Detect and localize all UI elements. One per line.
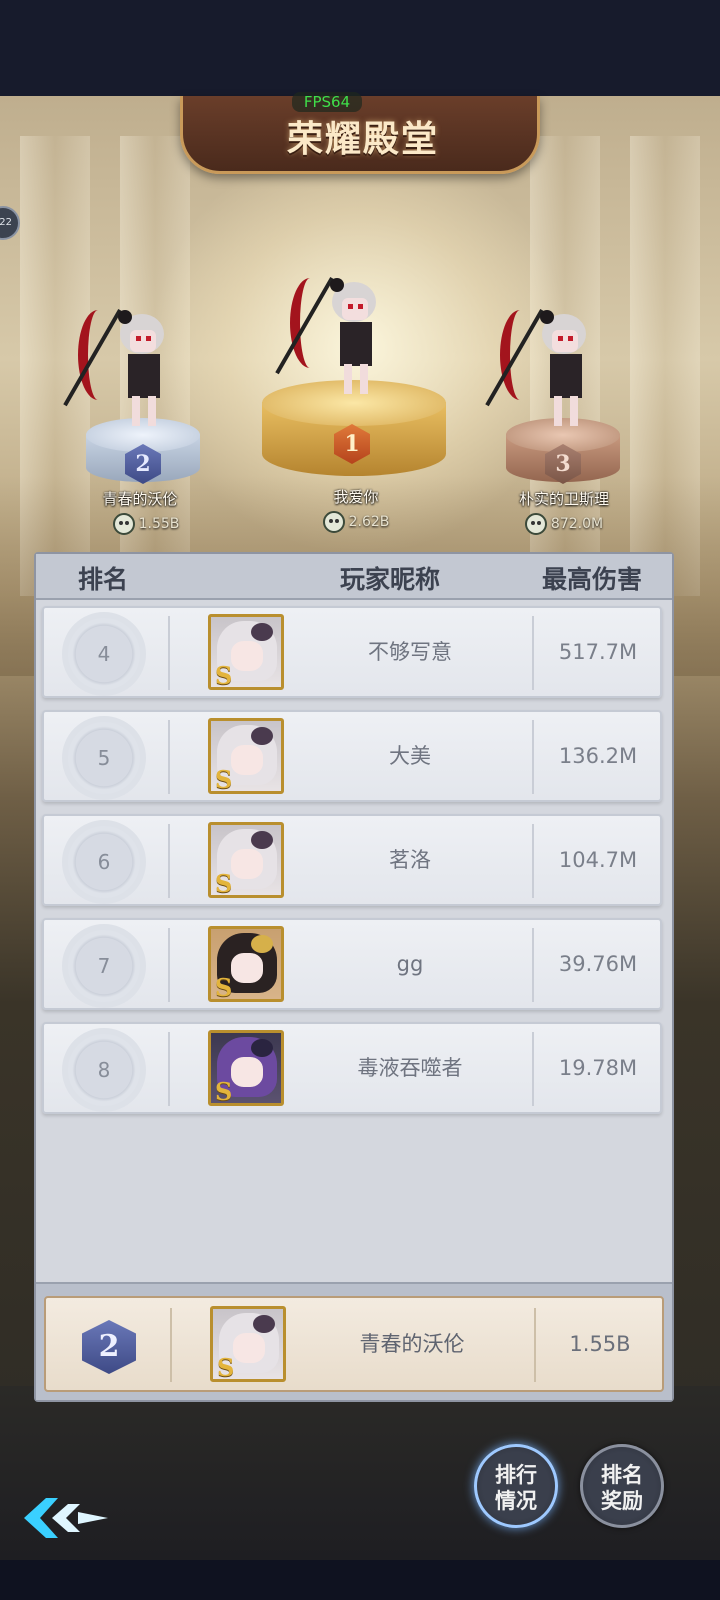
ranking-rewards-label: 排名奖励: [601, 1463, 643, 1513]
back-arrow-icon[interactable]: [18, 1490, 112, 1546]
my-rank-emblem: 2: [82, 1320, 136, 1374]
podium-third-score: 872.0M: [494, 512, 634, 536]
fps-counter: FPS64: [292, 92, 362, 112]
ranking-row[interactable]: 5 S 大美 136.2M: [42, 710, 662, 802]
podium-third-name: 朴实的卫斯理: [518, 490, 609, 508]
player-avatar[interactable]: S: [208, 718, 284, 794]
row-damage: 517.7M: [558, 640, 638, 664]
podium-second-score: 1.55B: [76, 512, 216, 536]
my-damage: 1.55B: [569, 1332, 631, 1356]
ranking-board: 排名 玩家昵称 最高伤害 4 S 不够写意 517.7M 5 S 大美 136.…: [34, 552, 674, 1402]
bottom-bar: [0, 1560, 720, 1600]
column-header-rank: 排名: [78, 565, 129, 594]
row-player-name: gg: [396, 952, 424, 976]
podium-third-score-value: 872.0M: [550, 516, 604, 532]
row-damage: 136.2M: [558, 744, 638, 768]
row-rank: 8: [97, 1058, 111, 1082]
podium-first-score: 2.62B: [286, 510, 426, 534]
skull-icon: [112, 513, 135, 535]
my-player-name: 青春的沃伦: [359, 1332, 465, 1356]
row-player-name: 毒液吞噬者: [357, 1056, 463, 1080]
row-player-name: 不够写意: [368, 640, 452, 664]
player-avatar[interactable]: S: [208, 1030, 284, 1106]
player-avatar[interactable]: S: [208, 822, 284, 898]
podium-second-score-value: 1.55B: [138, 516, 180, 532]
my-avatar[interactable]: S: [210, 1306, 286, 1382]
row-player-name: 大美: [389, 744, 431, 768]
row-rank: 5: [97, 746, 111, 770]
player-avatar[interactable]: S: [208, 926, 284, 1002]
row-player-name: 茗洛: [389, 848, 431, 872]
ranking-row[interactable]: 6 S 茗洛 104.7M: [42, 814, 662, 906]
row-damage: 39.76M: [558, 952, 638, 976]
ranking-board-header: 排名 玩家昵称 最高伤害: [36, 554, 672, 600]
my-ranking-row[interactable]: 2 S 青春的沃伦 1.55B: [44, 1296, 664, 1392]
ranking-row[interactable]: 4 S 不够写意 517.7M: [42, 606, 662, 698]
page-title: 荣耀殿堂: [286, 119, 439, 160]
my-ranking-panel: 2 S 青春的沃伦 1.55B: [36, 1282, 672, 1400]
skull-icon: [524, 513, 547, 535]
row-damage: 19.78M: [558, 1056, 638, 1080]
row-rank: 6: [97, 850, 111, 874]
ranking-rewards-button[interactable]: 排名奖励: [580, 1444, 664, 1528]
row-rank: 4: [97, 642, 111, 666]
ranking-status-label: 排行情况: [495, 1463, 537, 1513]
ranking-row[interactable]: 7 S gg 39.76M: [42, 918, 662, 1010]
status-bar-area: [0, 0, 720, 96]
character-first[interactable]: [275, 268, 400, 398]
column-header-damage: 最高伤害: [542, 565, 643, 594]
podium-first-score-value: 2.62B: [348, 514, 390, 530]
row-rank: 7: [97, 954, 111, 978]
row-damage: 104.7M: [558, 848, 638, 872]
column-header-nickname: 玩家昵称: [340, 565, 441, 594]
skull-icon: [322, 511, 345, 533]
character-third[interactable]: [485, 300, 610, 430]
player-avatar[interactable]: S: [208, 614, 284, 690]
podium-first-name: 我爱你: [333, 488, 379, 506]
character-second[interactable]: [63, 300, 188, 430]
podium-second-name: 青春的沃伦: [102, 490, 178, 508]
ranking-row[interactable]: 8 S 毒液吞噬者 19.78M: [42, 1022, 662, 1114]
ranking-status-button[interactable]: 排行情况: [474, 1444, 558, 1528]
